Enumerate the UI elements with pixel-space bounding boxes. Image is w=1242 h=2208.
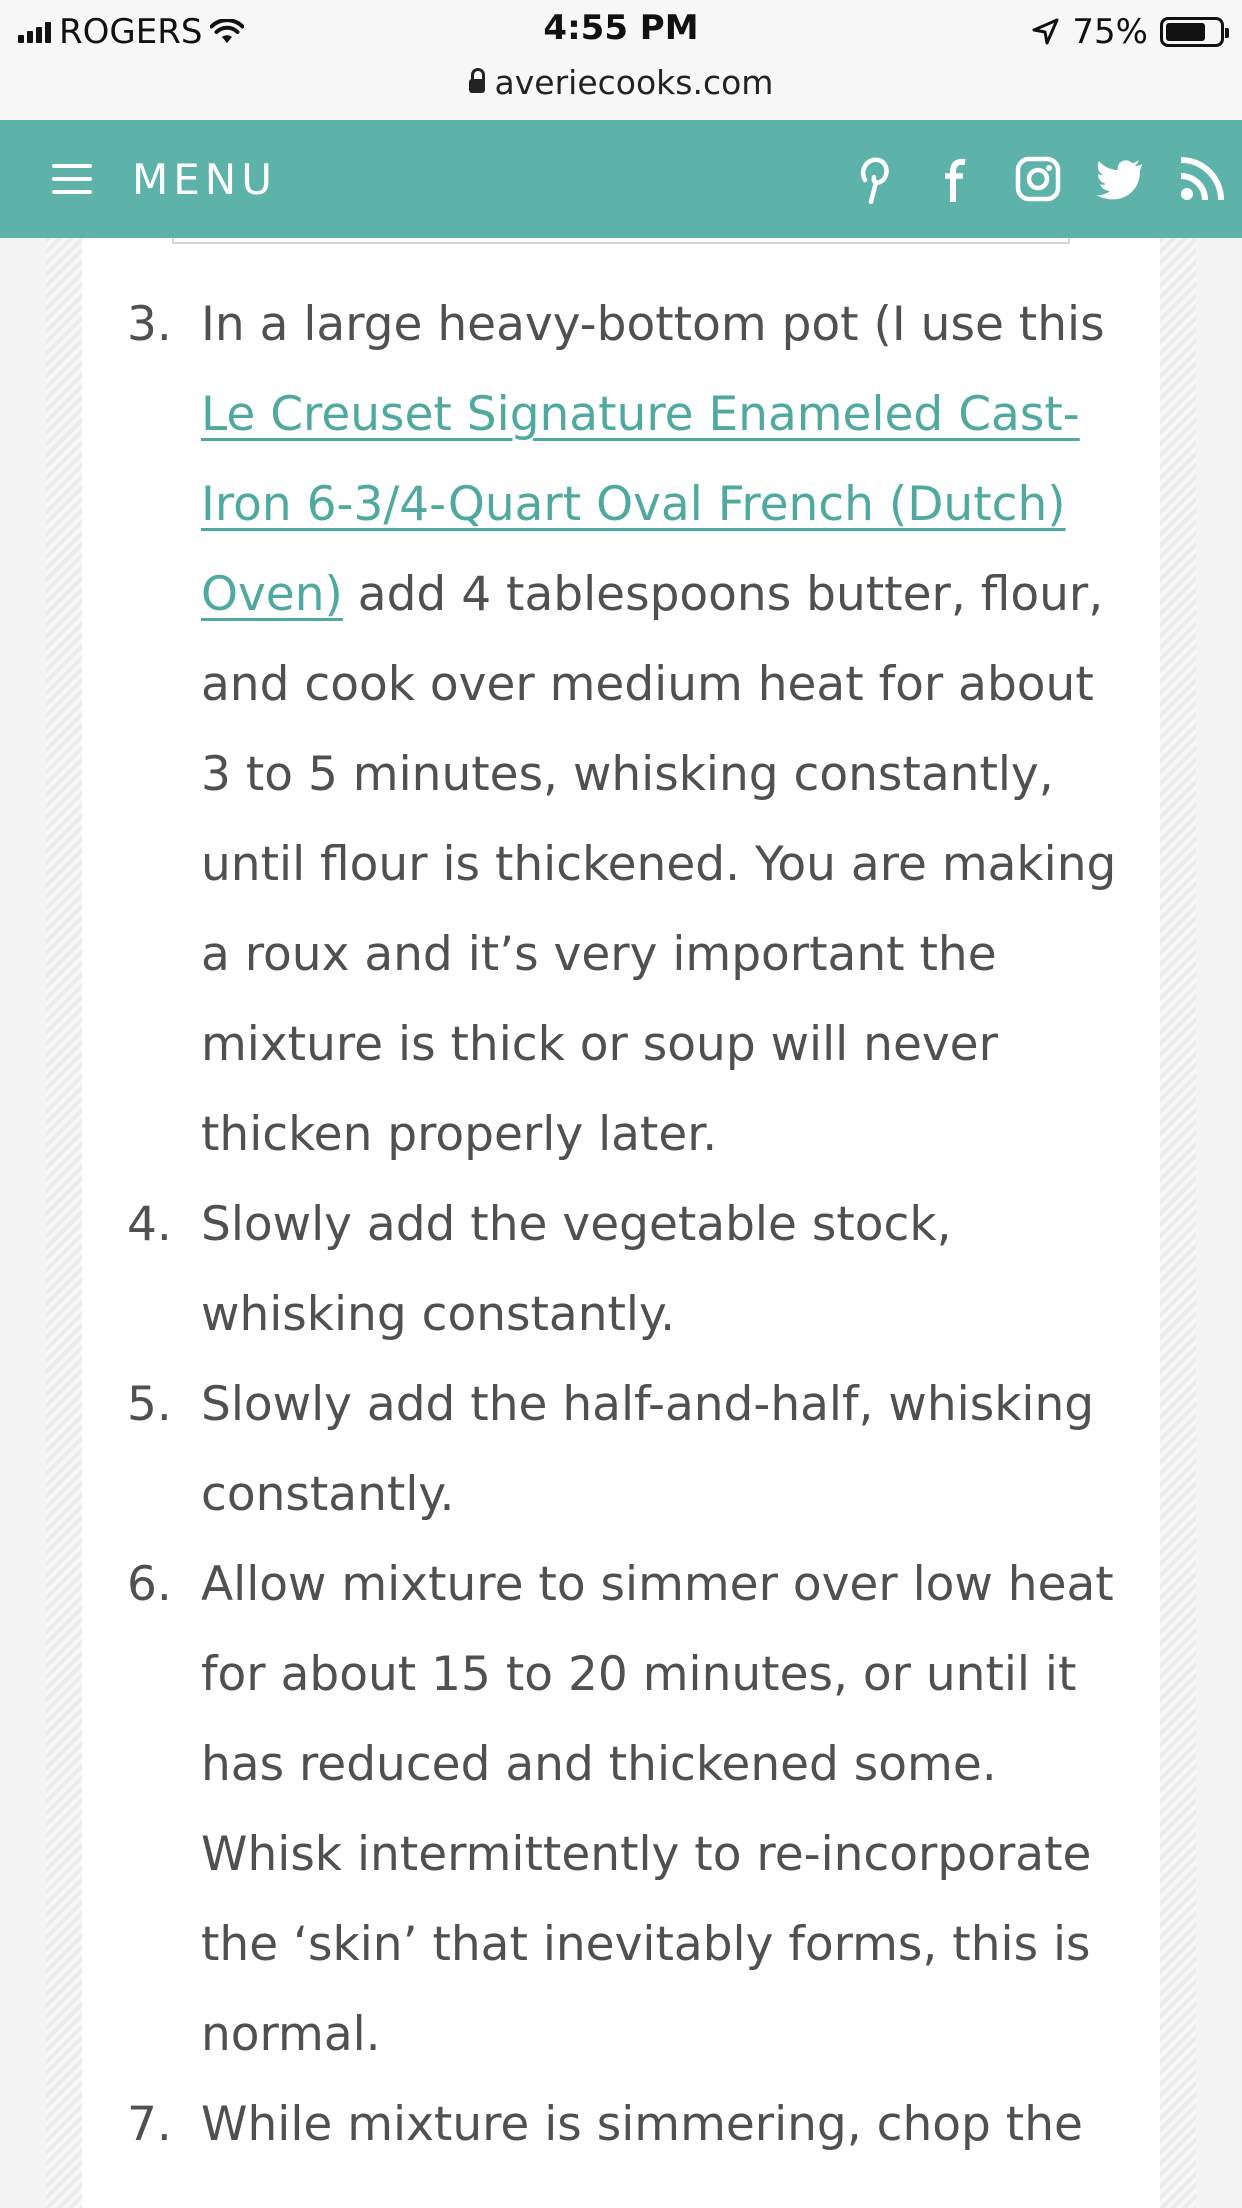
battery-level	[1166, 23, 1205, 41]
address-bar[interactable]: averiecooks.com	[0, 60, 1242, 104]
step-number: 4.	[127, 1197, 172, 1252]
battery-percent: 75%	[1072, 12, 1148, 52]
twitter-icon[interactable]	[1090, 149, 1150, 209]
step-number: 5.	[127, 1377, 172, 1432]
step-text: Allow mixture to simmer over low heat fo…	[201, 1557, 1114, 2062]
step-text: add 4 tablespoons butter, flour, and coo…	[201, 567, 1117, 1162]
url-text: averiecooks.com	[494, 62, 774, 102]
step-number: 3.	[127, 297, 172, 352]
battery-icon	[1160, 17, 1229, 47]
facebook-icon[interactable]	[926, 149, 986, 209]
step-number: 6.	[127, 1557, 172, 1612]
page-border-right	[1160, 238, 1196, 2208]
status-right-group: 75%	[1030, 10, 1229, 54]
list-item: 3. In a large heavy-bottom pot (I use th…	[82, 280, 1160, 1180]
lock-icon	[468, 68, 485, 93]
list-item: 6. Allow mixture to simmer over low heat…	[82, 1540, 1160, 2080]
rss-icon[interactable]	[1172, 149, 1232, 209]
menu-button[interactable]: MENU	[132, 155, 277, 204]
step-text: Slowly add the half-and-half, whisking c…	[201, 1377, 1095, 1522]
step-text: Slowly add the vegetable stock, whisking…	[201, 1197, 952, 1342]
status-bar: ROGERS 4:55 PM 75% averiecooks.com	[0, 0, 1242, 120]
pinterest-icon[interactable]	[844, 149, 904, 209]
list-item: 5. Slowly add the half-and-half, whiskin…	[82, 1360, 1160, 1540]
list-item: 7. While mixture is simmering, chop the	[82, 2080, 1160, 2170]
step-text: While mixture is simmering, chop the	[201, 2097, 1083, 2152]
step-text: In a large heavy-bottom pot (I use this	[201, 297, 1105, 352]
step-number: 7.	[127, 2097, 172, 2152]
instagram-icon[interactable]	[1008, 149, 1068, 209]
page-border-left	[46, 238, 82, 2208]
list-item: 4. Slowly add the vegetable stock, whisk…	[82, 1180, 1160, 1360]
site-nav-bar: MENU	[0, 120, 1242, 238]
location-arrow-icon	[1032, 18, 1059, 45]
instruction-list: 3. In a large heavy-bottom pot (I use th…	[82, 280, 1160, 2170]
content-box-edge	[172, 238, 1070, 244]
recipe-content: 3. In a large heavy-bottom pot (I use th…	[82, 238, 1160, 2208]
social-links	[844, 120, 1232, 238]
hamburger-menu-icon[interactable]	[52, 164, 92, 194]
